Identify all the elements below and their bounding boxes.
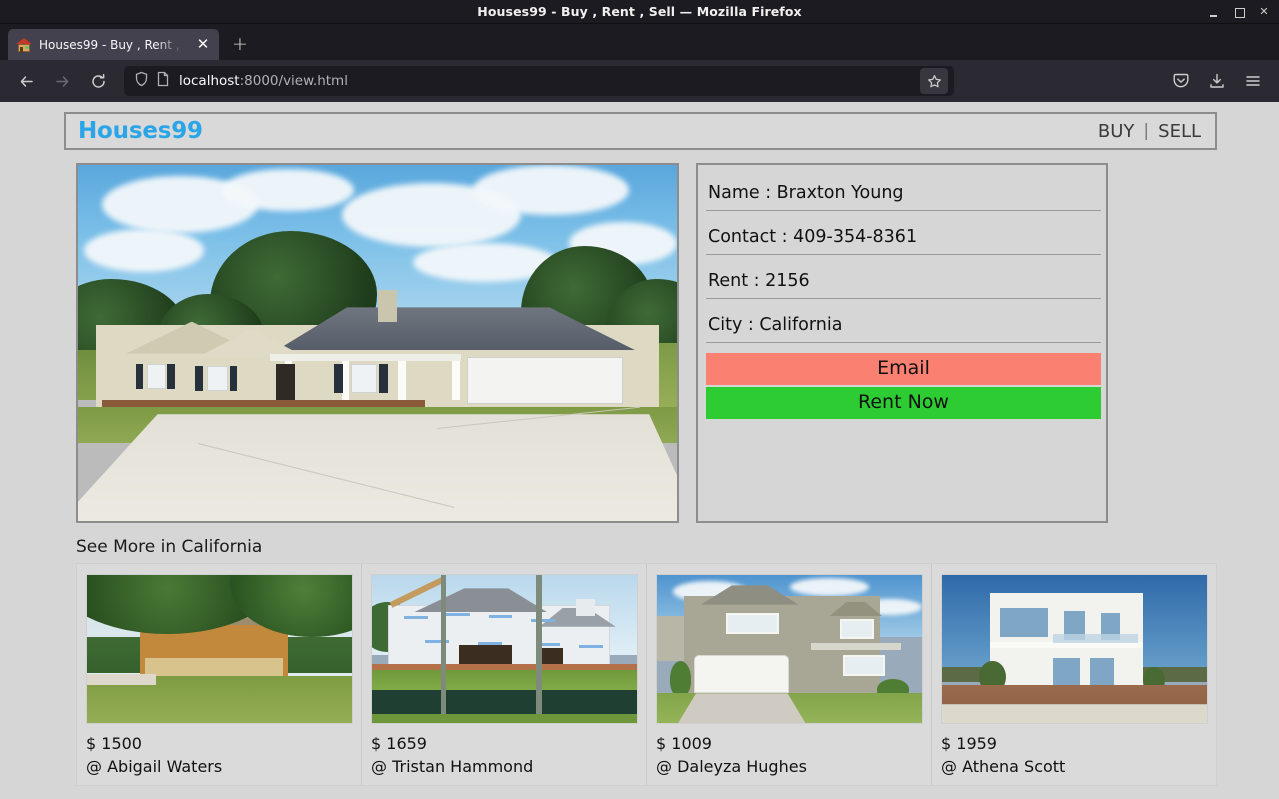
browser-tab[interactable]: Houses99 - Buy , Rent , Sell ✕ [8,29,219,60]
reload-icon[interactable] [82,65,114,97]
listing-details-panel: Name : Braxton Young Contact : 409-354-8… [696,163,1108,523]
window-title: Houses99 - Buy , Rent , Sell — Mozilla F… [477,4,802,19]
listing-owner: @ Daleyza Hughes [656,757,807,776]
email-button[interactable]: Email [706,353,1101,385]
pocket-icon[interactable] [1165,65,1197,97]
download-icon[interactable] [1201,65,1233,97]
listing-thumbnail[interactable] [371,574,638,724]
featured-house-photo[interactable] [76,163,679,523]
site-header: Houses99 BUY | SELL [64,112,1217,150]
page-icon[interactable] [156,71,170,91]
detail-rent: Rent : 2156 [706,265,1101,299]
close-window-button[interactable]: ✕ [1258,5,1270,19]
listing-price: $ 1009 [656,734,712,753]
window-controls: ✕ [1208,5,1279,19]
maximize-button[interactable] [1233,5,1245,19]
listing-price: $ 1500 [86,734,142,753]
detail-contact: Contact : 409-354-8361 [706,221,1101,255]
browser-window: Houses99 - Buy , Rent , Sell — Mozilla F… [0,0,1279,799]
nav-link-buy[interactable]: BUY [1098,121,1135,142]
see-more-card-list: $ 1500 @ Abigail Waters $ 1659 @ Tristan… [76,563,1217,786]
nav-separator: | [1143,121,1150,141]
listing-thumbnail[interactable] [941,574,1208,724]
listing-thumbnail[interactable] [656,574,923,724]
detail-name: Name : Braxton Young [706,177,1101,211]
brand-logo[interactable]: Houses99 [78,118,203,144]
listing-row: Name : Braxton Young Contact : 409-354-8… [76,163,1217,523]
list-item[interactable]: $ 1500 @ Abigail Waters [77,564,362,785]
site-nav: BUY | SELL [1098,121,1201,142]
nav-link-sell[interactable]: SELL [1158,121,1201,142]
page-content: Houses99 BUY | SELL Name: Braxton Young… [0,102,1279,799]
star-icon[interactable] [920,68,948,94]
new-tab-button[interactable]: + [225,29,255,59]
toolbar-right-icons [1165,65,1269,97]
address-bar[interactable]: localhost:8000/view.html [124,66,954,96]
hamburger-menu-icon[interactable] [1237,65,1269,97]
listing-price: $ 1959 [941,734,997,753]
minimize-button[interactable] [1208,5,1220,19]
tab-title: Houses99 - Buy , Rent , Sell [39,37,188,52]
url-path: :8000/view.html [239,73,348,89]
back-arrow-icon[interactable] [10,65,42,97]
forward-arrow-icon[interactable] [46,65,78,97]
listing-thumbnail[interactable] [86,574,353,724]
list-item[interactable]: $ 1959 @ Athena Scott [932,564,1216,785]
shield-icon[interactable] [134,71,149,91]
url-host: localhost [179,73,240,89]
tab-strip: Houses99 - Buy , Rent , Sell ✕ + [0,24,1279,60]
list-item[interactable]: $ 1009 @ Daleyza Hughes [647,564,932,785]
navigation-toolbar: localhost:8000/view.html [0,60,1279,102]
see-more-heading: See More in California [76,537,263,557]
listing-price: $ 1659 [371,734,427,753]
listing-owner: @ Abigail Waters [86,757,223,776]
close-icon[interactable]: ✕ [195,36,211,53]
listing-owner: @ Tristan Hammond [371,757,534,776]
window-titlebar: Houses99 - Buy , Rent , Sell — Mozilla F… [0,0,1279,24]
detail-city: City : California [706,309,1101,343]
listing-owner: @ Athena Scott [941,757,1066,776]
list-item[interactable]: $ 1659 @ Tristan Hammond [362,564,647,785]
url-text: localhost:8000/view.html [179,73,920,89]
house-icon [16,37,32,53]
rent-now-button[interactable]: Rent Now [706,387,1101,419]
